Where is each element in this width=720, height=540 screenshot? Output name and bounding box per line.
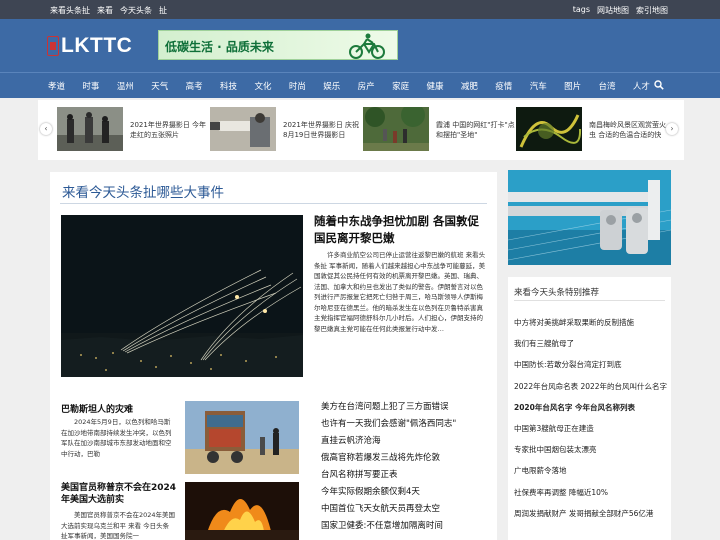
carousel-thumbnail xyxy=(210,107,276,151)
nav-item[interactable]: 家庭 xyxy=(392,80,409,92)
sidebar-item[interactable]: 周润发捐献财产 发哥捐献全部财产56亿港 xyxy=(514,503,669,524)
sub-article-image[interactable] xyxy=(185,401,299,474)
list-item[interactable]: 美方在台湾问题上犯了三方面错误 xyxy=(321,399,496,416)
logo-text: LKTTC xyxy=(61,34,133,57)
sub-article-summary: 2024年5月9日，以色列和哈马斯在加沙地带南部持续发生冲突，以色列军队在加沙南… xyxy=(61,418,172,458)
list-item[interactable]: 台风名称拼写要正表 xyxy=(321,467,496,484)
tags-link[interactable]: tags xyxy=(573,5,590,16)
nav-item[interactable]: 台湾 xyxy=(599,80,616,92)
section-divider xyxy=(60,203,487,204)
sidebar-recommend: 来看今天头条特别推荐 中方将对美挑衅采取果断的反制措施 我们有三艘航母了 中国防… xyxy=(508,277,671,540)
sidebar-ad-image[interactable] xyxy=(508,170,671,265)
list-item[interactable]: 中国首位飞天女航天员再登太空 xyxy=(321,501,496,518)
search-icon[interactable] xyxy=(654,80,664,90)
list-item[interactable]: 直挂云帆济沧海 xyxy=(321,433,496,450)
nav-item[interactable]: 娱乐 xyxy=(323,80,340,92)
site-header: LKTTC 低碳生活 · 品质未来 xyxy=(0,19,720,72)
index-map-link[interactable]: 索引地图 xyxy=(636,5,668,16)
nav-item[interactable]: 时尚 xyxy=(289,80,306,92)
banner-text: 低碳生活 · 品质未来 xyxy=(165,40,274,54)
sub-article-title[interactable]: 美国官员称普京不会在2024年美国大选前实 xyxy=(61,482,181,506)
nav-item[interactable]: 孝道 xyxy=(48,80,65,92)
hero-image[interactable] xyxy=(61,215,303,377)
nav-item[interactable]: 汽车 xyxy=(530,80,547,92)
nav-item[interactable]: 健康 xyxy=(426,80,443,92)
nav-item[interactable]: 减肥 xyxy=(461,80,478,92)
sidebar-list: 中方将对美挑衅采取果断的反制措施 我们有三艘航母了 中国防长:若敢分裂台湾定打到… xyxy=(514,312,669,524)
sidebar-item[interactable]: 2020年台风名字 今年台风名称列表 xyxy=(514,397,669,418)
sidebar-item[interactable]: 专家批中国烟包装太漂亮 xyxy=(514,439,669,460)
top-link[interactable]: 来看 xyxy=(97,5,113,16)
site-logo[interactable]: LKTTC xyxy=(47,34,133,57)
nav-item[interactable]: 文化 xyxy=(254,80,271,92)
list-item[interactable]: 俄高官称若爆发三战将先炸伦敦 xyxy=(321,450,496,467)
top-link[interactable]: 今天头条 xyxy=(120,5,152,16)
list-item[interactable]: 今年实际假期余额仅剩4天 xyxy=(321,484,496,501)
carousel-thumbnail xyxy=(363,107,429,151)
sidebar-item[interactable]: 中国防长:若敢分裂台湾定打到底 xyxy=(514,354,669,375)
main-news-card: 来看今天头条扯哪些大事件 随着中东战争担忧加剧 各国敦促国民离开黎巴嫩 许多商业… xyxy=(50,172,497,540)
list-item[interactable]: 国家卫健委:不任意增加隔离时间 xyxy=(321,518,496,535)
carousel-caption: 2021年世界摄影日 今年走红的五张照片 xyxy=(130,121,207,139)
sub-article-image[interactable] xyxy=(185,482,299,540)
list-item[interactable]: 也许有一天我们会感谢"佩洛西同志" xyxy=(321,416,496,433)
nav-item[interactable]: 人才 xyxy=(633,80,650,92)
carousel-caption: 霞浦 中国的网红"打卡"点和摆拍"圣地" xyxy=(436,121,515,139)
sidebar-item[interactable]: 2022年台风命名表 2022年的台风叫什么名字 xyxy=(514,376,669,397)
nav-item[interactable]: 图片 xyxy=(564,80,581,92)
sidebar-title: 来看今天头条特别推荐 xyxy=(514,288,600,298)
nav-item[interactable]: 科技 xyxy=(220,80,237,92)
sidebar-divider xyxy=(514,300,665,301)
nav-item[interactable]: 疫情 xyxy=(495,80,512,92)
carousel-caption: 南昌梅岭风景区观赏萤火虫 合适的色温合适的快 xyxy=(589,121,666,139)
top-bar: 来看头条扯 来看 今天头条 扯 tags 网站地图 索引地图 xyxy=(0,0,720,19)
sidebar-item[interactable]: 社保费率再调整 降幅近10% xyxy=(514,482,669,503)
sidebar-item[interactable]: 中国第3艘航母正在建造 xyxy=(514,418,669,439)
ad-banner[interactable]: 低碳生活 · 品质未来 xyxy=(158,30,398,60)
sitemap-link[interactable]: 网站地图 xyxy=(597,5,629,16)
sidebar-item[interactable]: 广电限薪令落地 xyxy=(514,460,669,481)
carousel-thumbnail xyxy=(57,107,123,151)
cyclist-icon xyxy=(349,33,385,59)
logo-mark-icon xyxy=(47,36,59,56)
sub-article-title[interactable]: 巴勒斯坦人的灾难 xyxy=(61,402,133,415)
carousel-thumbnail xyxy=(516,107,582,151)
nav-item[interactable]: 天气 xyxy=(151,80,168,92)
hero-summary: 许多商业航空公司已停止运营往返黎巴嫩的航班 来看头条扯 军事新闻，随着人们越来越… xyxy=(314,251,486,333)
nav-item[interactable]: 时事 xyxy=(82,80,99,92)
sub-article-summary: 美国官员称普京不会在2024年美国大选前实现乌克兰和平 来看 今日头条 扯军事新… xyxy=(61,511,176,540)
sidebar-item[interactable]: 我们有三艘航母了 xyxy=(514,333,669,354)
nav-item[interactable]: 房产 xyxy=(358,80,375,92)
top-links-left: 来看头条扯 来看 今天头条 扯 xyxy=(50,5,167,16)
chevron-right-icon[interactable]: › xyxy=(666,123,678,135)
chevron-left-icon[interactable]: ‹ xyxy=(40,123,52,135)
section-title: 来看今天头条扯哪些大事件 xyxy=(62,185,224,201)
sidebar-item[interactable]: 中方将对美挑衅采取果断的反制措施 xyxy=(514,312,669,333)
carousel-caption: 2021年世界摄影日 庆祝8月19日世界摄影日 xyxy=(283,121,360,139)
top-link[interactable]: 来看头条扯 xyxy=(50,5,90,16)
nav-item[interactable]: 高考 xyxy=(186,80,203,92)
headline-list: 美方在台湾问题上犯了三方面错误 也许有一天我们会感谢"佩洛西同志" 直挂云帆济沧… xyxy=(321,399,496,535)
top-link[interactable]: 扯 xyxy=(159,5,167,16)
hero-headline[interactable]: 随着中东战争担忧加剧 各国敦促国民离开黎巴嫩 xyxy=(314,213,489,246)
nav-item[interactable]: 温州 xyxy=(117,80,134,92)
photo-carousel: ‹ 2021年世界摄影日 今年走红的五张照片 2021年世界摄影日 庆祝8月19… xyxy=(38,100,684,160)
top-links-right: tags 网站地图 索引地图 xyxy=(573,5,668,16)
main-nav: 孝道 时事 温州 天气 高考 科技 文化 时尚 娱乐 房产 家庭 健康 减肥 疫… xyxy=(0,72,720,98)
